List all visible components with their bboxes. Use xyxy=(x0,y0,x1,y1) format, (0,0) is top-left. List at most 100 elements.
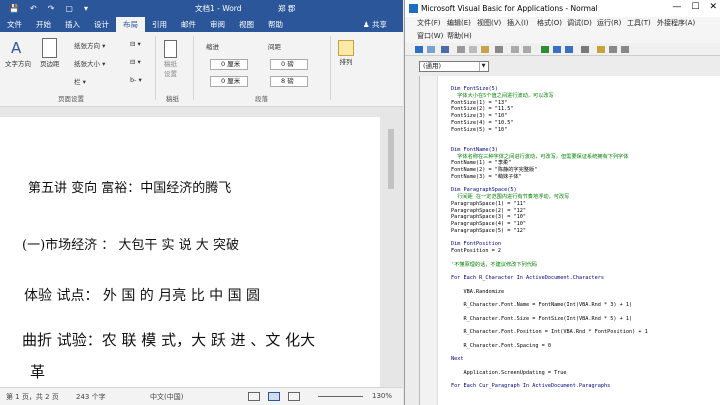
language[interactable]: 中文(中国) xyxy=(150,392,183,402)
tab-references[interactable]: 引用 xyxy=(145,17,174,32)
customize-qat-icon[interactable]: ▾ xyxy=(84,4,88,13)
code-line[interactable]: FontSize(5) = "10" xyxy=(451,127,507,133)
code-line[interactable]: Dim FontName(3) xyxy=(451,147,498,153)
draft-settings-button[interactable]: 稿纸 设置 xyxy=(164,40,177,78)
web-layout-icon[interactable] xyxy=(288,392,300,401)
arrange-button[interactable]: 排列 xyxy=(338,40,354,66)
print-layout-icon[interactable] xyxy=(268,392,280,401)
paste-icon[interactable] xyxy=(481,46,489,53)
code-line[interactable]: FontName(3) = "萌妹子体" xyxy=(451,174,522,180)
menu-addins[interactable]: 外接程序(A) xyxy=(657,18,695,28)
tab-review[interactable]: 审阅 xyxy=(203,17,232,32)
tab-help[interactable]: 帮助 xyxy=(261,17,290,32)
menu-run[interactable]: 运行(R) xyxy=(597,18,621,28)
code-line[interactable]: Next xyxy=(451,356,464,362)
reset-icon[interactable] xyxy=(565,46,573,53)
menu-format[interactable]: 格式(O) xyxy=(537,18,562,28)
menu-debug[interactable]: 调试(D) xyxy=(567,18,592,28)
hyphenation-button[interactable]: b- ▾ xyxy=(130,76,142,84)
chevron-down-icon[interactable]: ▼ xyxy=(479,62,487,71)
code-line[interactable]: 行间距 在一定范围内进行有节奏地浮动，可改写 xyxy=(451,194,569,200)
menu-tools[interactable]: 工具(T) xyxy=(627,18,651,28)
tab-mailings[interactable]: 邮件 xyxy=(174,17,203,32)
code-line[interactable]: 字体名称在三种字体之间进行波动，可改写，但需要保证系统拥有下列字体 xyxy=(451,154,628,160)
save-icon[interactable]: 💾 xyxy=(9,4,19,13)
code-line[interactable]: VBA.Randomize xyxy=(451,289,504,295)
share-button[interactable]: ♟ 共享 xyxy=(363,19,387,30)
save-icon[interactable] xyxy=(441,46,449,53)
code-line[interactable]: R_Character.Font.Name = FontName(Int(VBA… xyxy=(451,302,632,308)
page-count[interactable]: 第 1 页，共 2 页 xyxy=(6,392,59,402)
tab-view[interactable]: 视图 xyxy=(232,17,261,32)
code-line[interactable]: '不懂原理的话，不建议修改下列代码 xyxy=(451,262,537,268)
code-line[interactable]: FontSize(2) = "11.5" xyxy=(451,106,513,112)
project-explorer-icon[interactable] xyxy=(597,46,605,53)
code-line[interactable]: ParagraphSpace(5) = "12" xyxy=(451,228,526,234)
properties-icon[interactable] xyxy=(609,46,617,53)
code-line[interactable]: FontSize(1) = "13" xyxy=(451,100,507,106)
code-line[interactable]: Dim FontSize(5) xyxy=(451,86,498,92)
touch-mode-icon[interactable]: ▢ xyxy=(65,4,73,13)
code-line[interactable]: ParagraphSpace(2) = "12" xyxy=(451,208,526,214)
undo-icon[interactable]: ↶ xyxy=(30,4,37,13)
code-line[interactable]: Application.ScreenUpdating = True xyxy=(451,370,566,376)
code-line[interactable]: FontName(2) = "陈静的字完整版" xyxy=(451,167,537,173)
tab-insert[interactable]: 插入 xyxy=(58,17,87,32)
menu-edit[interactable]: 编辑(E) xyxy=(447,18,471,28)
code-line[interactable]: R_Character.Font.Position = Int(VBA.Rnd … xyxy=(451,329,647,335)
menu-file[interactable]: 文件(F) xyxy=(417,18,441,28)
space-after-input[interactable]: 8 磅 xyxy=(270,76,308,87)
space-before-input[interactable]: 0 磅 xyxy=(270,59,308,70)
code-line[interactable]: R_Character.Font.Size = FontSize(Int(VBA… xyxy=(451,316,632,322)
insert-module-icon[interactable] xyxy=(427,46,435,53)
tab-layout[interactable]: 布局 xyxy=(116,17,145,32)
code-line[interactable]: Dim ParagraphSpace(5) xyxy=(451,187,517,193)
size-button[interactable]: 纸张大小 ▾ xyxy=(74,58,105,68)
code-line[interactable]: R_Character.Font.Spacing = 0 xyxy=(451,343,550,349)
zoom-slider[interactable] xyxy=(318,396,363,397)
read-mode-icon[interactable] xyxy=(248,392,260,401)
redo-icon[interactable] xyxy=(523,46,531,53)
menu-view[interactable]: 视图(V) xyxy=(477,18,501,28)
code-line[interactable]: For Each R_Character In ActiveDocument.C… xyxy=(451,275,604,281)
code-line[interactable]: FontName(1) = "李柔" xyxy=(451,160,511,166)
code-line[interactable]: ParagraphSpace(1) = "11" xyxy=(451,201,526,207)
menu-help[interactable]: 帮助(H) xyxy=(447,31,472,41)
code-line[interactable]: For Each Cur_Paragraph In ActiveDocument… xyxy=(451,383,610,389)
code-line[interactable]: ParagraphSpace(3) = "10" xyxy=(451,214,526,220)
code-line[interactable]: Dim FontPosition xyxy=(451,241,501,247)
zoom-level[interactable]: 130% xyxy=(372,392,392,400)
copy-icon[interactable] xyxy=(469,46,477,53)
code-margin[interactable] xyxy=(420,76,438,405)
vertical-scrollbar[interactable] xyxy=(380,117,403,387)
code-line[interactable]: FontSize(4) = "10.5" xyxy=(451,120,513,126)
cut-icon[interactable] xyxy=(457,46,465,53)
line-numbers-button[interactable]: ⊟ ▾ xyxy=(130,58,141,66)
object-browser-icon[interactable] xyxy=(621,46,629,53)
minimize-icon[interactable]: — xyxy=(672,2,681,12)
margins-button[interactable]: 页边距 xyxy=(40,38,60,68)
scrollbar-thumb[interactable] xyxy=(388,129,394,189)
run-icon[interactable] xyxy=(541,46,549,53)
redo-icon[interactable]: ↷ xyxy=(48,4,55,13)
user-name[interactable]: 郑 郡 xyxy=(278,3,295,14)
right-indent-input[interactable]: 0 厘米 xyxy=(210,76,248,87)
find-icon[interactable] xyxy=(495,46,503,53)
word-view-icon[interactable] xyxy=(415,46,423,53)
tab-home[interactable]: 开始 xyxy=(29,17,58,32)
code-window[interactable]: Dim FontSize(5) 字体大小在5个值之间进行波动，可以改写 FontS… xyxy=(419,76,720,405)
object-dropdown[interactable]: (通用) ▼ xyxy=(419,61,489,72)
maximize-icon[interactable]: ☐ xyxy=(691,2,699,12)
undo-icon[interactable] xyxy=(511,46,519,53)
left-indent-input[interactable]: 0 厘米 xyxy=(210,59,248,70)
code-line[interactable]: ParagraphSpace(4) = "10" xyxy=(451,221,526,227)
code-line[interactable]: FontPosition = 2 xyxy=(451,248,501,254)
design-mode-icon[interactable] xyxy=(581,46,589,53)
tab-file[interactable]: 文件 xyxy=(0,17,29,32)
break-icon[interactable] xyxy=(553,46,561,53)
close-icon[interactable]: ✕ xyxy=(709,2,717,12)
columns-button[interactable]: 栏 ▾ xyxy=(74,76,86,86)
document-page[interactable]: 第五讲 变向 富裕：中国经济的腾飞 (一)市场经济 ： 大包干 实 说 大 突破… xyxy=(0,117,380,387)
menu-window[interactable]: 窗口(W) xyxy=(417,31,443,41)
tab-design[interactable]: 设计 xyxy=(87,17,116,32)
